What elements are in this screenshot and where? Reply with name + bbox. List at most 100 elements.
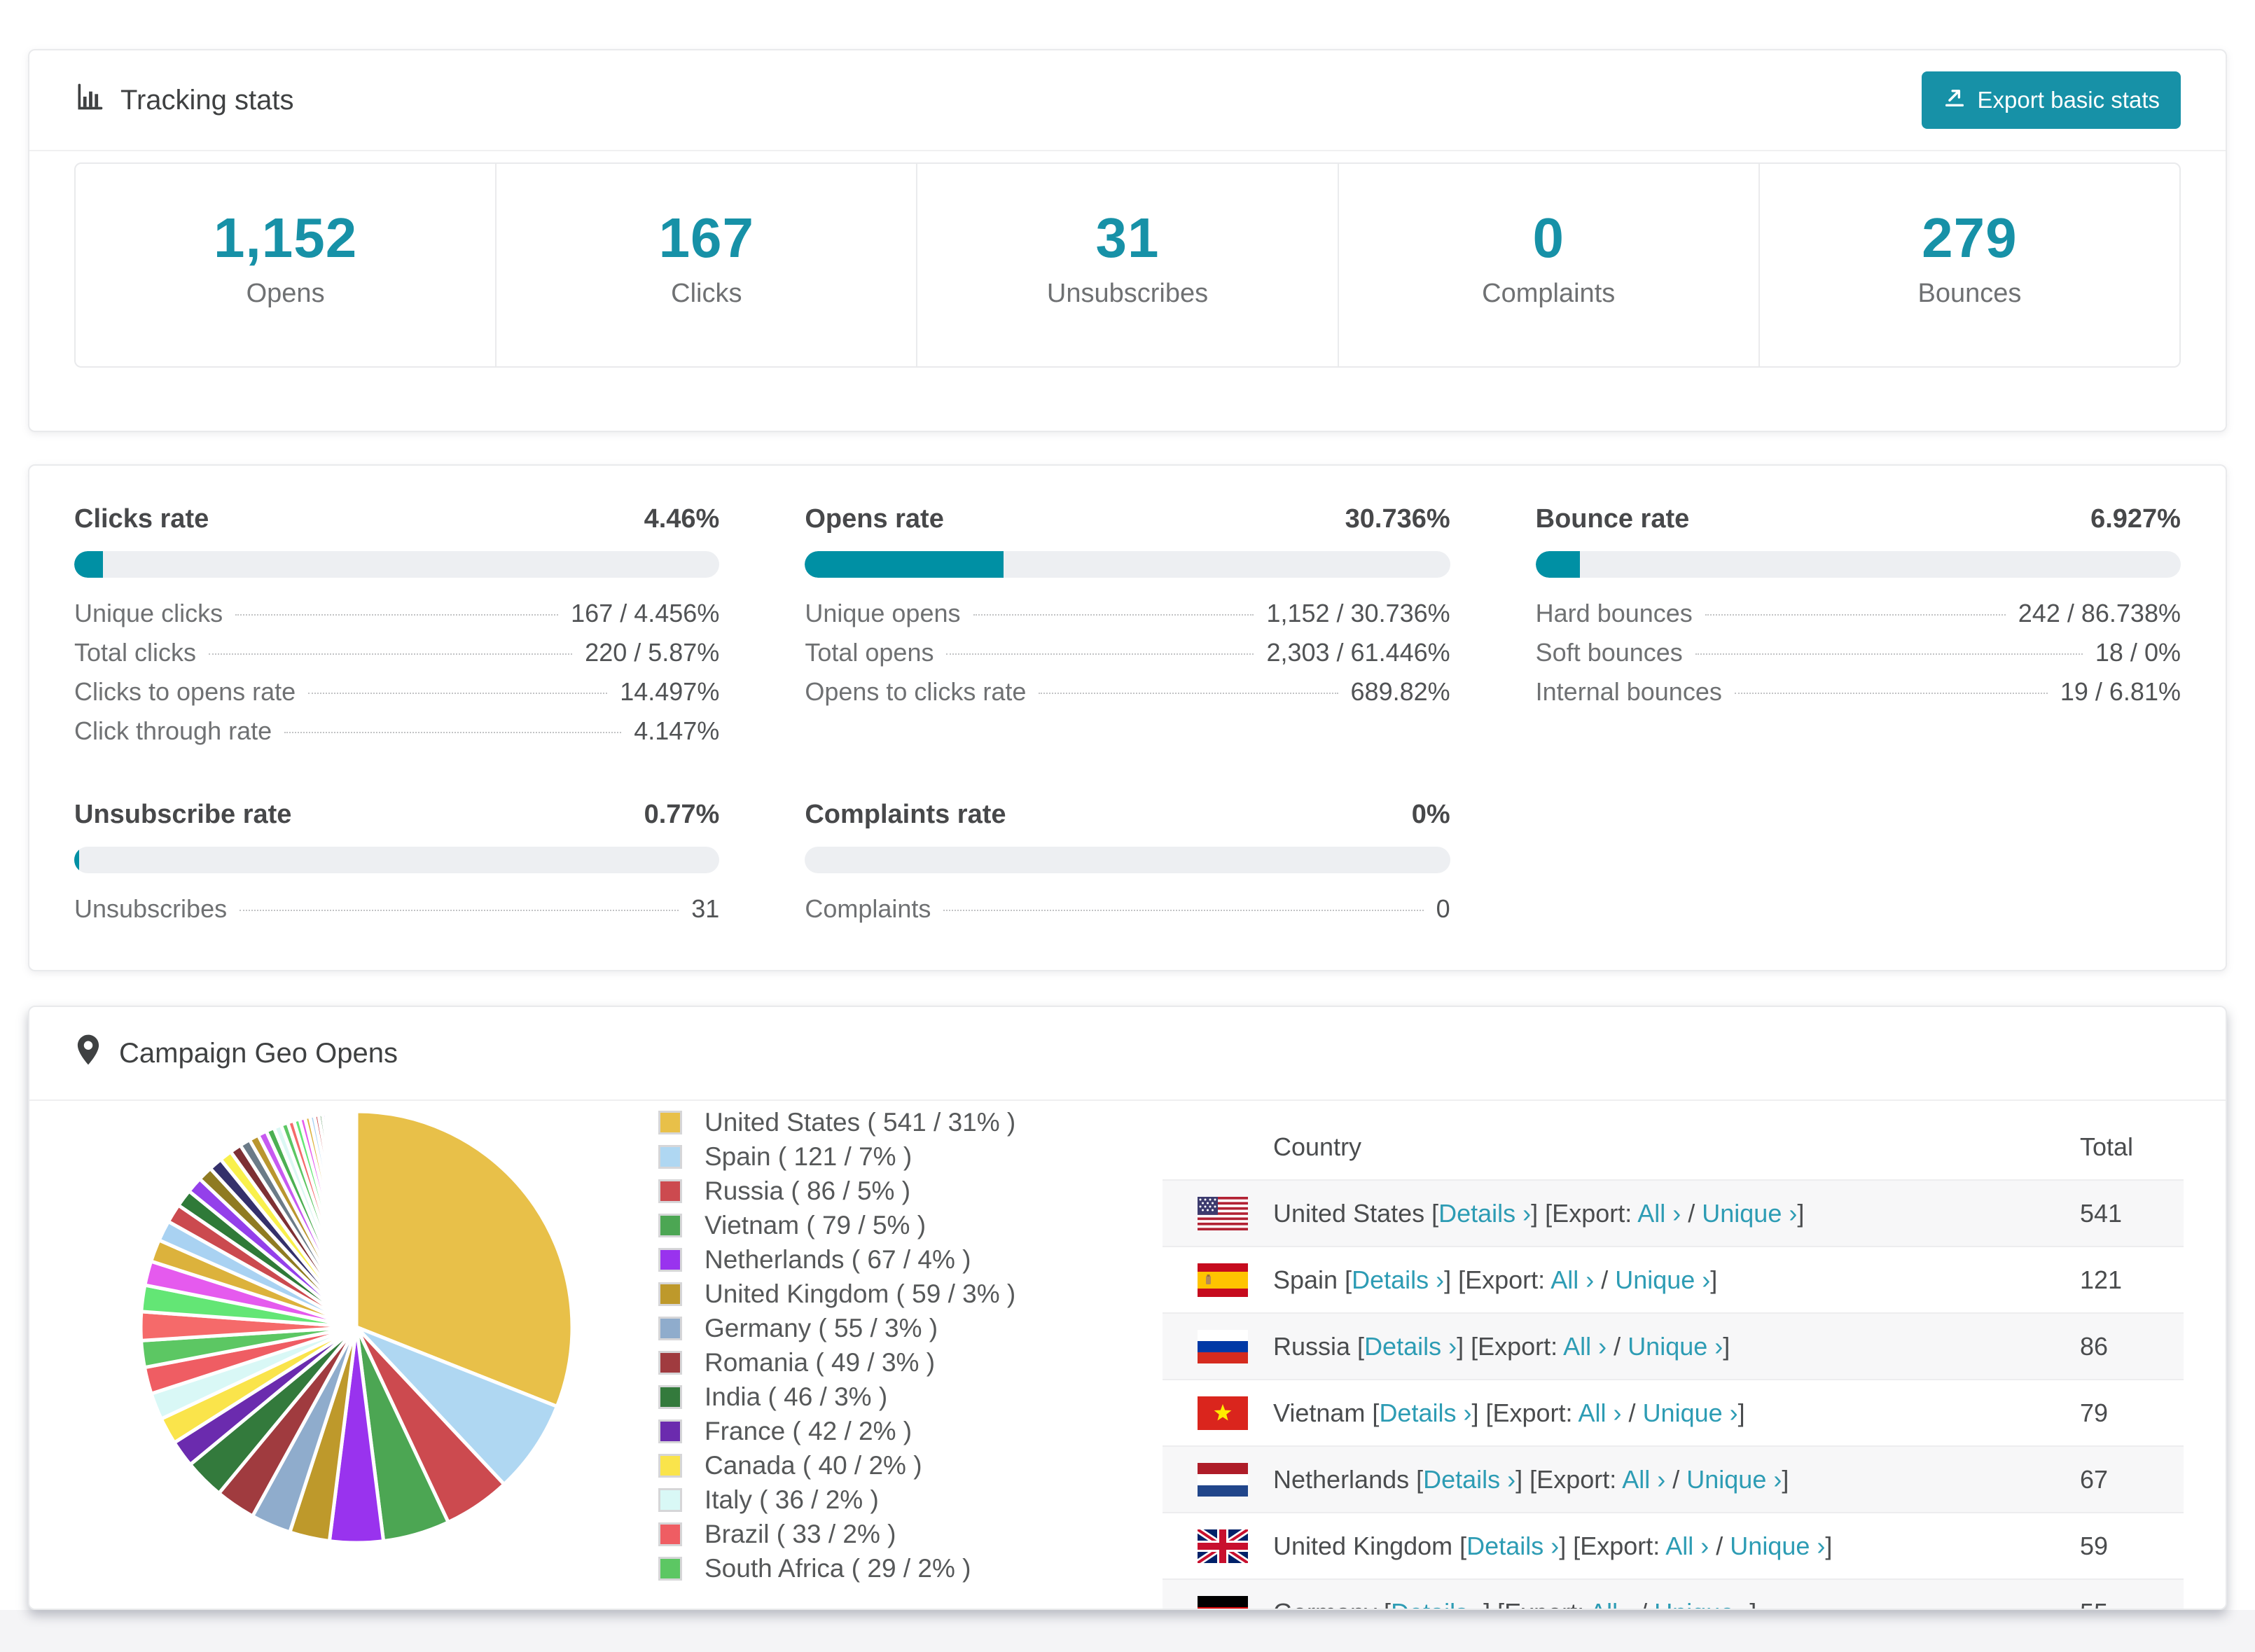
country-name: Russia xyxy=(1273,1331,1351,1361)
legend-label: Italy ( 36 / 2% ) xyxy=(705,1485,879,1514)
dotted-leader xyxy=(284,732,622,733)
flag-es-icon xyxy=(1198,1263,1273,1297)
legend-label: United Kingdom ( 59 / 3% ) xyxy=(705,1279,1016,1308)
bracket: ] xyxy=(1797,1198,1805,1228)
separator: / xyxy=(1594,1265,1616,1294)
export-basic-stats-button[interactable]: Export basic stats xyxy=(1921,71,2181,129)
legend-label: Spain ( 121 / 7% ) xyxy=(705,1142,913,1171)
legend-item-canada[interactable]: Canada ( 40 / 2% ) xyxy=(658,1451,1015,1480)
separator: / xyxy=(1633,1598,1654,1609)
stat-label: Unsubscribes xyxy=(1046,279,1209,308)
legend-swatch xyxy=(658,1351,682,1375)
details-link[interactable]: Details › xyxy=(1466,1532,1559,1560)
export-unique-link[interactable]: Unique › xyxy=(1628,1332,1723,1361)
legend-item-vietnam[interactable]: Vietnam ( 79 / 5% ) xyxy=(658,1211,1015,1240)
total-cell: 59 xyxy=(2080,1531,2109,1560)
details-link[interactable]: Details › xyxy=(1423,1465,1515,1494)
legend-item-romania[interactable]: Romania ( 49 / 3% ) xyxy=(658,1348,1015,1377)
legend-item-united-states[interactable]: United States ( 541 / 31% ) xyxy=(658,1108,1015,1137)
legend-item-brazil[interactable]: Brazil ( 33 / 2% ) xyxy=(658,1520,1015,1549)
geo-table-row-us: United States [Details ›] [Export: All ›… xyxy=(1163,1179,2184,1246)
legend-swatch xyxy=(658,1420,682,1443)
legend-swatch xyxy=(658,1248,682,1272)
legend-item-france[interactable]: France ( 42 / 2% ) xyxy=(658,1417,1015,1446)
export-all-link[interactable]: All › xyxy=(1637,1199,1681,1228)
legend-label: South Africa ( 29 / 2% ) xyxy=(705,1554,971,1583)
export-unique-link[interactable]: Unique › xyxy=(1654,1598,1749,1609)
map-pin-icon xyxy=(74,1034,102,1073)
legend-item-spain[interactable]: Spain ( 121 / 7% ) xyxy=(658,1142,1015,1172)
metric-label: Internal bounces xyxy=(1535,677,1722,706)
stats-summary-box: 1,152 Opens 167 Clicks 31 Unsubscribes 0 Compla… xyxy=(74,162,2181,368)
country-cell: Russia [Details ›] [Export: All › / Uniq… xyxy=(1273,1332,1730,1361)
legend-swatch xyxy=(658,1454,682,1478)
separator: / xyxy=(1681,1198,1702,1228)
stat-label: Complaints xyxy=(1482,279,1616,308)
bracket: ] xyxy=(1723,1331,1730,1361)
metric-label: Hard bounces xyxy=(1535,599,1693,627)
legend-item-united-kingdom[interactable]: United Kingdom ( 59 / 3% ) xyxy=(658,1279,1015,1309)
export-unique-link[interactable]: Unique › xyxy=(1615,1265,1710,1294)
legend-item-netherlands[interactable]: Netherlands ( 67 / 4% ) xyxy=(658,1245,1015,1275)
metric-value: 167 / 4.456% xyxy=(571,599,720,627)
separator: / xyxy=(1665,1464,1687,1494)
export-all-link[interactable]: All › xyxy=(1578,1398,1622,1427)
metric-value: 1,152 / 30.736% xyxy=(1266,599,1450,627)
geo-opens-title: Campaign Geo Opens xyxy=(119,1037,398,1069)
export-all-link[interactable]: All › xyxy=(1622,1465,1665,1494)
country-name: United Kingdom xyxy=(1273,1531,1453,1560)
metric-value: 19 / 6.81% xyxy=(2060,677,2181,706)
dotted-leader xyxy=(1734,693,2048,694)
separator: / xyxy=(1709,1531,1730,1560)
geo-table-header: Country Total xyxy=(1163,1115,2184,1179)
stat-value: 31 xyxy=(1095,207,1160,269)
legend-item-russia[interactable]: Russia ( 86 / 5% ) xyxy=(658,1176,1015,1206)
total-cell: 86 xyxy=(2080,1331,2109,1361)
metric-row: Click through rate 4.147% xyxy=(74,716,719,756)
export-button-label: Export basic stats xyxy=(1977,87,2160,113)
legend-swatch xyxy=(658,1282,682,1306)
dotted-leader xyxy=(1705,614,2006,616)
export-prefix: ] [Export: xyxy=(1559,1531,1666,1560)
legend-item-india[interactable]: India ( 46 / 3% ) xyxy=(658,1382,1015,1412)
bracket: [ xyxy=(1377,1598,1391,1609)
bracket: ] xyxy=(1749,1598,1756,1609)
export-all-link[interactable]: All › xyxy=(1563,1332,1607,1361)
rate-title: Unsubscribe rate xyxy=(74,800,292,829)
export-icon xyxy=(1943,85,1966,115)
country-cell: Vietnam [Details ›] [Export: All › / Uni… xyxy=(1273,1398,1745,1428)
opens-progress-bar xyxy=(805,551,1450,578)
export-unique-link[interactable]: Unique › xyxy=(1730,1532,1825,1560)
rate-percent: 0% xyxy=(1411,800,1450,829)
export-prefix: ] [Export: xyxy=(1457,1331,1564,1361)
export-unique-link[interactable]: Unique › xyxy=(1702,1199,1797,1228)
export-unique-link[interactable]: Unique › xyxy=(1643,1398,1738,1427)
legend-item-germany[interactable]: Germany ( 55 / 3% ) xyxy=(658,1314,1015,1343)
bracket: [ xyxy=(1452,1531,1467,1560)
geo-opens-header: Campaign Geo Opens xyxy=(29,1007,2226,1101)
legend-label: India ( 46 / 3% ) xyxy=(705,1382,888,1411)
export-all-link[interactable]: All › xyxy=(1665,1532,1709,1560)
details-link[interactable]: Details › xyxy=(1438,1199,1531,1228)
complaints-progress-bar xyxy=(805,847,1450,873)
export-all-link[interactable]: All › xyxy=(1550,1265,1594,1294)
dotted-leader xyxy=(946,653,1254,655)
legend-label: Germany ( 55 / 3% ) xyxy=(705,1314,938,1342)
details-link[interactable]: Details › xyxy=(1352,1265,1444,1294)
details-link[interactable]: Details › xyxy=(1379,1398,1471,1427)
export-prefix: ] [Export: xyxy=(1444,1265,1551,1294)
legend-swatch xyxy=(658,1557,682,1581)
export-unique-link[interactable]: Unique › xyxy=(1686,1465,1782,1494)
legend-item-south-africa[interactable]: South Africa ( 29 / 2% ) xyxy=(658,1554,1015,1583)
bracket: [ xyxy=(1338,1265,1352,1294)
metric-label: Click through rate xyxy=(74,716,272,745)
legend-item-italy[interactable]: Italy ( 36 / 2% ) xyxy=(658,1485,1015,1515)
export-all-link[interactable]: All › xyxy=(1590,1598,1633,1609)
details-link[interactable]: Details › xyxy=(1391,1598,1483,1609)
metric-row: Unique opens 1,152 / 30.736% xyxy=(805,599,1450,638)
total-cell: 121 xyxy=(2080,1265,2123,1294)
metric-row: Hard bounces 242 / 86.738% xyxy=(1536,599,2181,638)
details-link[interactable]: Details › xyxy=(1364,1332,1457,1361)
export-prefix: ] [Export: xyxy=(1483,1598,1590,1609)
geo-table-col-total: Total xyxy=(2080,1132,2134,1161)
